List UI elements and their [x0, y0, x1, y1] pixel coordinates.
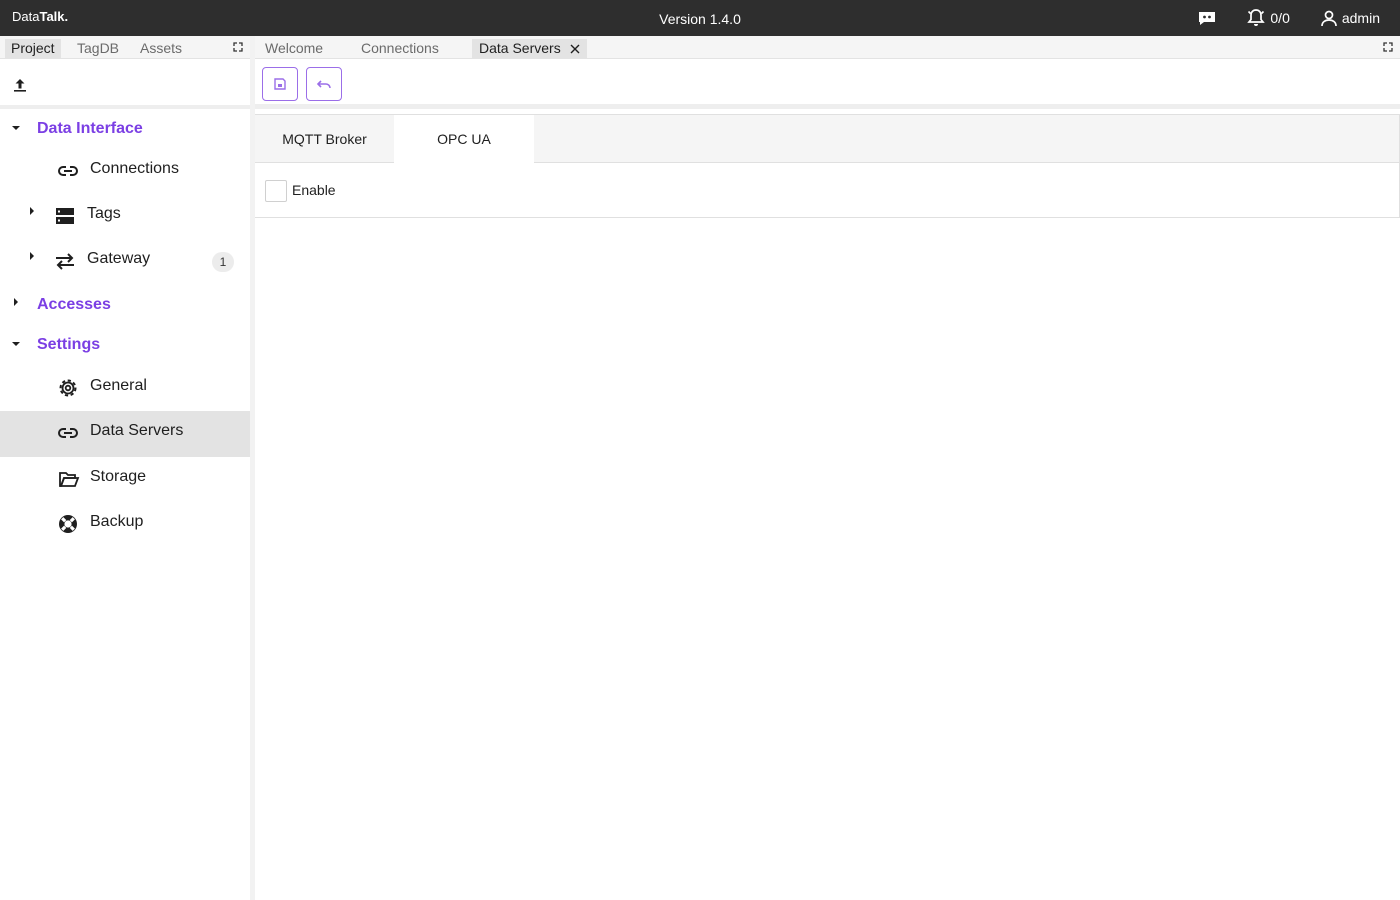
server-tab-bar: MQTT Broker OPC UA [255, 115, 1399, 164]
undo-button[interactable] [306, 67, 342, 101]
message-button[interactable] [1197, 10, 1217, 26]
tab-tagdb[interactable]: TagDB [71, 39, 125, 58]
maximize-icon[interactable] [233, 42, 243, 52]
tree-item-data-servers[interactable]: Data Servers [0, 411, 250, 457]
caret-down-icon [12, 126, 20, 130]
tab-connections[interactable]: Connections [351, 39, 449, 58]
category-label: Settings [37, 336, 101, 353]
link-icon [58, 428, 78, 438]
link-icon [58, 166, 78, 176]
caret-right-icon [14, 298, 18, 306]
tree-category-settings[interactable]: Settings [0, 325, 250, 371]
tab-label: Data Servers [479, 40, 561, 56]
main-area: Welcome Connections Data Servers MQTT Br… [255, 36, 1400, 900]
enable-row: Enable [255, 163, 1399, 218]
storage-server-icon [56, 208, 74, 224]
left-tab-bar: Project TagDB Assets [0, 36, 250, 59]
tab-project[interactable]: Project [5, 39, 61, 58]
item-label: Data Servers [90, 422, 184, 439]
item-label: General [90, 377, 147, 394]
item-label: Gateway [87, 250, 151, 267]
upload-icon[interactable] [12, 77, 28, 93]
caret-right-icon [30, 207, 34, 215]
tree-item-gateway[interactable]: Gateway 1 [0, 239, 250, 285]
user-name: admin [1341, 10, 1380, 26]
lifebuoy-icon [59, 515, 77, 533]
tree-item-tags[interactable]: Tags [0, 194, 250, 240]
left-panel: Project TagDB Assets Data Interface Conn… [0, 36, 250, 900]
item-label: Backup [90, 513, 144, 530]
message-icon [1199, 12, 1216, 25]
maximize-icon[interactable] [1383, 42, 1393, 52]
data-servers-panel: MQTT Broker OPC UA Enable [255, 114, 1400, 218]
save-button[interactable] [262, 67, 298, 101]
close-icon[interactable] [570, 44, 580, 54]
caret-down-icon [12, 342, 20, 346]
bell-alert-icon [1247, 9, 1266, 26]
item-label: Storage [90, 468, 147, 485]
user-menu[interactable]: admin [1320, 9, 1380, 27]
tree-item-connections[interactable]: Connections [0, 149, 250, 195]
enable-checkbox[interactable] [265, 180, 287, 202]
document-tab-bar: Welcome Connections Data Servers [255, 36, 1400, 59]
tree-item-general[interactable]: General [0, 366, 250, 412]
tab-data-servers[interactable]: Data Servers [472, 39, 587, 58]
top-bar: DataTalk. Version 1.4.0 0/0 admin [0, 0, 1400, 36]
editor-toolbar [255, 59, 1400, 109]
gear-icon [59, 379, 77, 397]
undo-icon [316, 80, 331, 89]
category-label: Accesses [37, 296, 111, 313]
enable-label: Enable [292, 182, 336, 198]
caret-right-icon [30, 252, 34, 260]
folder-open-icon [59, 472, 80, 487]
item-label: Connections [90, 160, 179, 177]
tab-mqtt-broker[interactable]: MQTT Broker [255, 115, 394, 163]
tab-assets[interactable]: Assets [134, 39, 188, 58]
swap-arrows-icon [56, 253, 74, 270]
save-icon [274, 78, 286, 90]
item-label: Tags [87, 205, 121, 222]
category-label: Data Interface [37, 120, 143, 137]
project-toolbar [0, 59, 250, 109]
alarm-button[interactable]: 0/0 [1245, 8, 1290, 28]
tab-opc-ua[interactable]: OPC UA [394, 115, 534, 164]
alarm-count: 0/0 [1270, 10, 1290, 26]
tree-item-backup[interactable]: Backup [0, 502, 250, 548]
user-icon [1321, 10, 1337, 27]
top-right-actions: 0/0 admin [1177, 8, 1380, 28]
gateway-count-badge: 1 [212, 252, 234, 272]
tab-welcome[interactable]: Welcome [255, 39, 333, 58]
tree-item-storage[interactable]: Storage [0, 457, 250, 503]
